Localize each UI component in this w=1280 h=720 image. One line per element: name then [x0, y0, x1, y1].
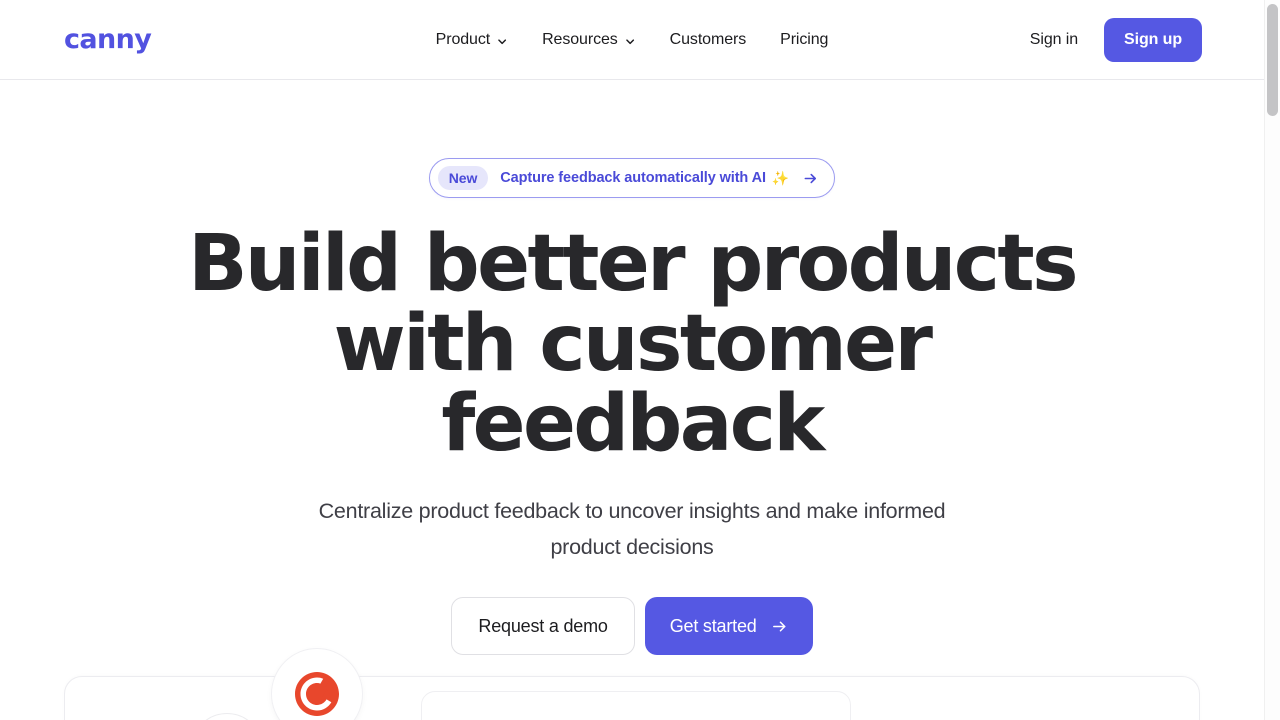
- sign-in-link[interactable]: Sign in: [1030, 31, 1078, 49]
- site-header: canny Product Resources Customers Pricin…: [0, 0, 1264, 80]
- vertical-scrollbar-thumb[interactable]: [1267, 4, 1278, 116]
- nav-item-customers[interactable]: Customers: [669, 31, 747, 49]
- nav-item-resources[interactable]: Resources: [542, 31, 636, 49]
- get-started-label: Get started: [669, 615, 757, 636]
- preview-inner-panel: [421, 691, 851, 720]
- hero-cta-row: Request a demo Get started: [0, 597, 1264, 655]
- header-actions: Sign in Sign up: [1030, 0, 1202, 80]
- arrow-right-icon: [771, 618, 788, 635]
- nav-item-resources-label: Resources: [542, 31, 618, 48]
- arrow-right-icon: [803, 171, 818, 186]
- hero-section: New Capture feedback automatically with …: [0, 80, 1264, 693]
- chevron-down-icon: [497, 36, 508, 47]
- announcement-banner[interactable]: New Capture feedback automatically with …: [428, 158, 836, 198]
- get-started-button[interactable]: Get started: [644, 597, 813, 655]
- sign-up-button[interactable]: Sign up: [1104, 18, 1202, 62]
- announcement-wrapper: New Capture feedback automatically with …: [0, 158, 1264, 198]
- nav-item-pricing-label: Pricing: [780, 31, 829, 48]
- chevron-down-icon: [625, 36, 636, 47]
- page-title: Build better products with customer feed…: [188, 219, 1078, 469]
- request-demo-button[interactable]: Request a demo: [451, 597, 635, 655]
- announcement-new-badge: New: [437, 166, 489, 190]
- nav-item-product-label: Product: [435, 31, 491, 48]
- sparkles-icon: ✨: [771, 170, 790, 186]
- main-navigation: Product Resources Customers Pricing: [436, 0, 829, 80]
- nav-item-product[interactable]: Product: [436, 31, 508, 49]
- vertical-scrollbar-track[interactable]: [1264, 0, 1280, 720]
- preview-circle-placeholder: [191, 713, 263, 720]
- nav-item-pricing[interactable]: Pricing: [780, 31, 828, 49]
- hero-subheadline: Centralize product feedback to uncover i…: [318, 499, 946, 559]
- announcement-text: Capture feedback automatically with AI: [500, 170, 766, 186]
- page-root: canny Product Resources Customers Pricin…: [0, 0, 1280, 720]
- announcement-text-group: Capture feedback automatically with AI ✨: [500, 170, 789, 186]
- nav-item-customers-label: Customers: [669, 31, 747, 48]
- canny-logo[interactable]: canny: [64, 24, 152, 56]
- product-preview-card: [64, 676, 1200, 720]
